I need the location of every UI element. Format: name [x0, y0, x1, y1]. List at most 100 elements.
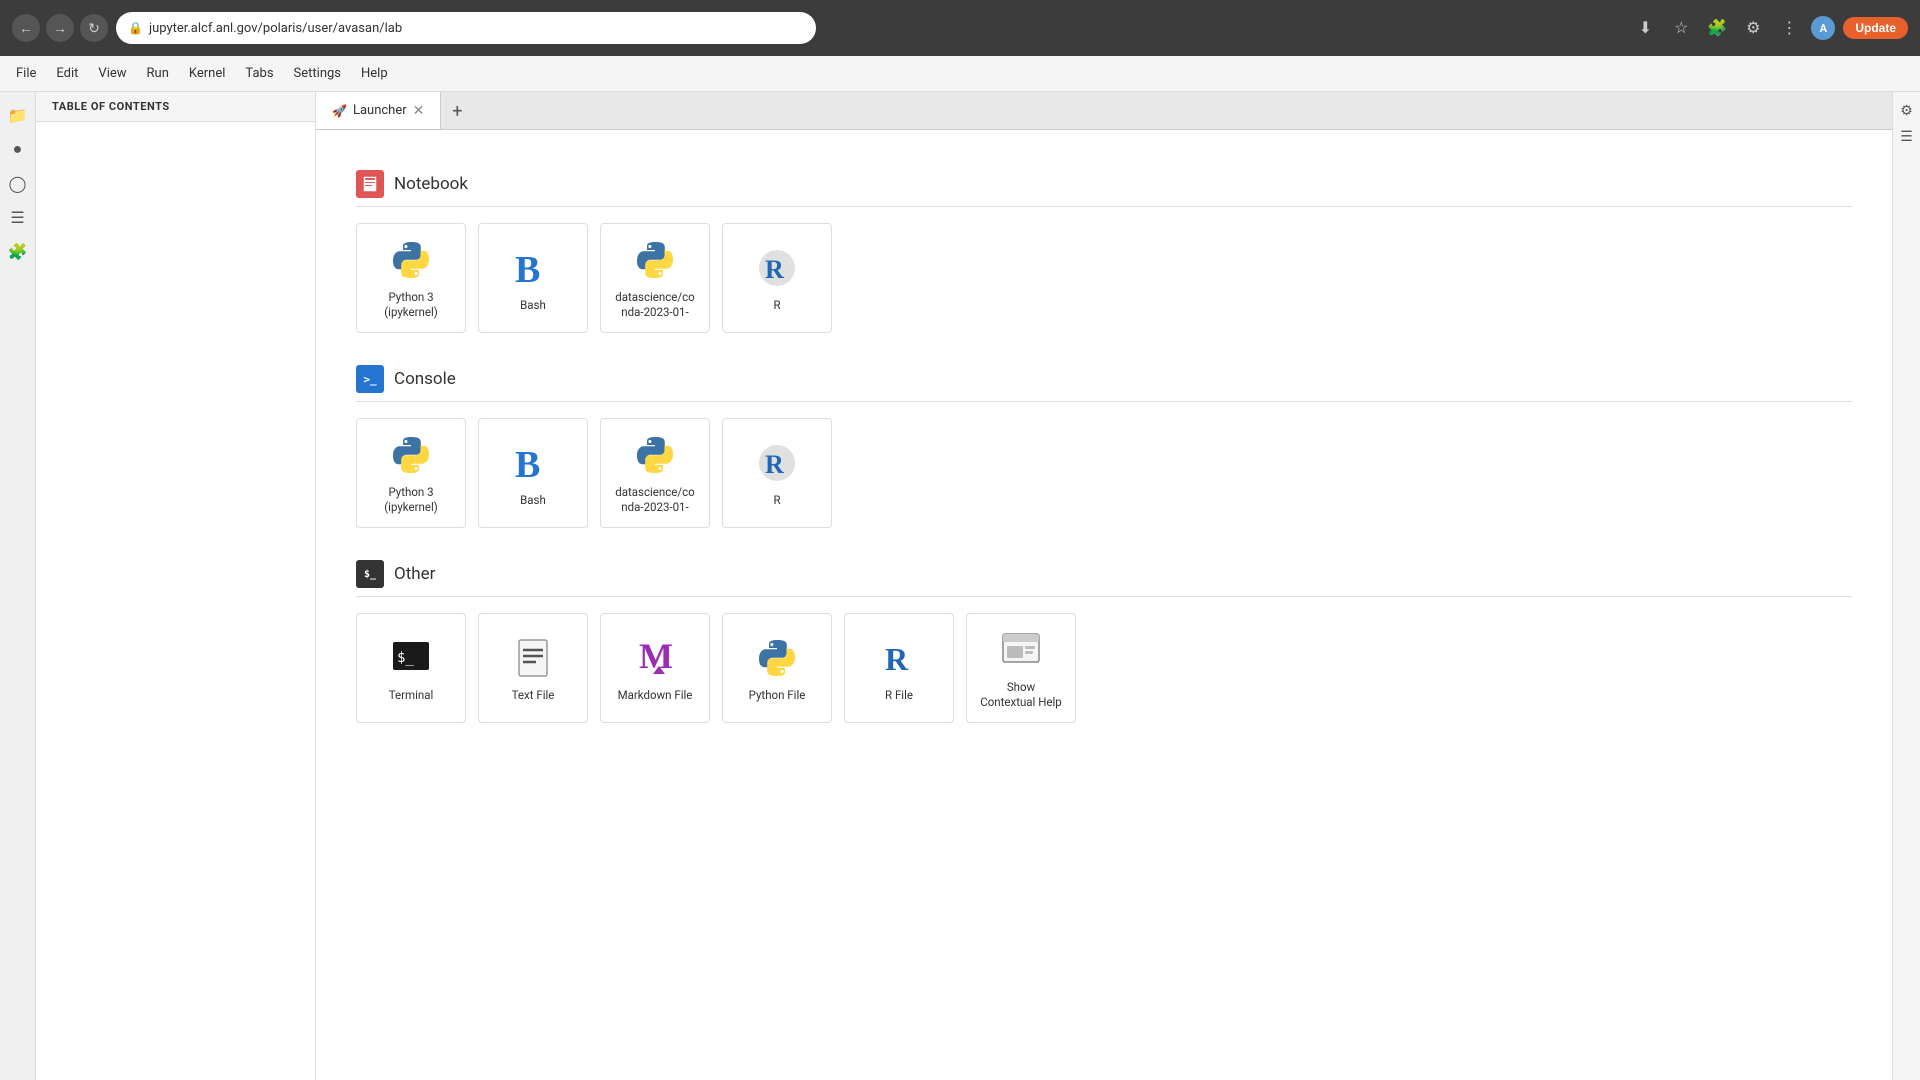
right-panel-icon[interactable]: ☰	[1896, 126, 1918, 148]
notebook-r-card[interactable]: R R	[722, 223, 832, 333]
app: File Edit View Run Kernel Tabs Settings …	[0, 56, 1920, 1080]
other-textfile-card[interactable]: Text File	[478, 613, 588, 723]
console-bash-icon: B	[509, 439, 557, 487]
other-contextualhelp-card[interactable]: ShowContextual Help	[966, 613, 1076, 723]
notebook-datascience-card[interactable]: datascience/conda-2023-01-	[600, 223, 710, 333]
notebook-datascience-label: datascience/conda-2023-01-	[615, 290, 694, 320]
panel-header: TABLE OF CONTENTS	[36, 92, 315, 122]
section-other-icon: $_	[356, 560, 384, 588]
menu-icon[interactable]: ⋮	[1775, 14, 1803, 42]
section-console-header: >_ Console	[356, 365, 1852, 402]
other-markdownfile-card[interactable]: M Markdown File	[600, 613, 710, 723]
download-icon[interactable]: ⬇	[1631, 14, 1659, 42]
extension-icon[interactable]: 🧩	[1703, 14, 1731, 42]
right-settings-icon[interactable]: ⚙	[1896, 100, 1918, 122]
other-rfile-icon: R	[875, 634, 923, 682]
content-area: 🚀 Launcher ✕ +	[316, 92, 1892, 1080]
right-panel: ⚙ ☰	[1892, 92, 1920, 1080]
notebook-r-icon: R	[753, 244, 801, 292]
launcher: Notebook Python 3(ipykernel)	[316, 130, 1892, 1080]
svg-text:R: R	[765, 450, 784, 479]
other-pythonfile-card[interactable]: Python File	[722, 613, 832, 723]
back-button[interactable]: ←	[12, 14, 40, 42]
other-markdownfile-label: Markdown File	[618, 688, 693, 703]
menu-run[interactable]: Run	[139, 62, 177, 85]
console-datascience-label: datascience/conda-2023-01-	[615, 485, 694, 515]
sidebar-extension-icon[interactable]: 🧩	[3, 236, 33, 266]
left-panel: TABLE OF CONTENTS	[36, 92, 316, 1080]
notebook-datascience-icon	[631, 236, 679, 284]
address-bar[interactable]: 🔒 jupyter.alcf.anl.gov/polaris/user/avas…	[116, 12, 816, 44]
settings-icon[interactable]: ⚙	[1739, 14, 1767, 42]
forward-button[interactable]: →	[46, 14, 74, 42]
sidebar-git-icon[interactable]: ◯	[3, 168, 33, 198]
console-python3-label: Python 3(ipykernel)	[384, 485, 438, 515]
notebook-bash-card[interactable]: B Bash	[478, 223, 588, 333]
other-textfile-label: Text File	[512, 688, 555, 703]
update-button[interactable]: Update	[1843, 17, 1908, 39]
section-notebook-header: Notebook	[356, 170, 1852, 207]
menu-tabs[interactable]: Tabs	[237, 62, 281, 85]
svg-text:$_: $_	[397, 650, 414, 666]
console-bash-label: Bash	[520, 493, 546, 508]
browser-chrome: ← → ↻ 🔒 jupyter.alcf.anl.gov/polaris/use…	[0, 0, 1920, 56]
other-contextualhelp-icon	[997, 626, 1045, 674]
section-other-title: Other	[394, 564, 435, 584]
svg-text:R: R	[885, 641, 909, 677]
new-tab-button[interactable]: +	[441, 92, 473, 130]
section-console-icon: >_	[356, 365, 384, 393]
console-datascience-icon	[631, 431, 679, 479]
other-cards: $_ Terminal	[356, 613, 1852, 723]
other-pythonfile-label: Python File	[749, 688, 806, 703]
section-other: $_ Other $_	[356, 560, 1852, 723]
notebook-r-label: R	[773, 298, 780, 313]
other-markdownfile-icon: M	[631, 634, 679, 682]
other-terminal-card[interactable]: $_ Terminal	[356, 613, 466, 723]
browser-controls: ← → ↻	[12, 14, 108, 42]
console-r-icon: R	[753, 439, 801, 487]
notebook-python3-label: Python 3(ipykernel)	[384, 290, 438, 320]
notebook-bash-icon: B	[509, 244, 557, 292]
console-datascience-card[interactable]: datascience/conda-2023-01-	[600, 418, 710, 528]
sidebar-folder-icon[interactable]: 📁	[3, 100, 33, 130]
sidebar-list-icon[interactable]: ☰	[3, 202, 33, 232]
menu-bar: File Edit View Run Kernel Tabs Settings …	[0, 56, 1920, 92]
console-cards: Python 3(ipykernel) B Bash	[356, 418, 1852, 528]
section-console-title: Console	[394, 369, 456, 389]
menu-kernel[interactable]: Kernel	[181, 62, 234, 85]
other-terminal-icon: $_	[387, 634, 435, 682]
sidebar-search-icon[interactable]: ●	[3, 134, 33, 164]
section-console: >_ Console Python 3(ipyk	[356, 365, 1852, 528]
tab-launcher[interactable]: 🚀 Launcher ✕	[316, 92, 441, 129]
menu-file[interactable]: File	[8, 62, 44, 85]
menu-view[interactable]: View	[90, 62, 134, 85]
console-bash-card[interactable]: B Bash	[478, 418, 588, 528]
menu-settings[interactable]: Settings	[286, 62, 349, 85]
browser-actions: ⬇ ☆ 🧩 ⚙ ⋮ A Update	[1631, 14, 1908, 42]
notebook-python3-card[interactable]: Python 3(ipykernel)	[356, 223, 466, 333]
lock-icon: 🔒	[128, 21, 143, 35]
other-rfile-card[interactable]: R R File	[844, 613, 954, 723]
notebook-python3-icon	[387, 236, 435, 284]
avatar[interactable]: A	[1811, 16, 1835, 40]
console-r-label: R	[773, 493, 780, 508]
svg-text:M: M	[639, 636, 673, 676]
section-notebook: Notebook Python 3(ipykernel)	[356, 170, 1852, 333]
tab-bar: 🚀 Launcher ✕ +	[316, 92, 1892, 130]
console-r-card[interactable]: R R	[722, 418, 832, 528]
console-python3-icon	[387, 431, 435, 479]
other-rfile-label: R File	[885, 688, 913, 703]
menu-help[interactable]: Help	[353, 62, 396, 85]
console-python3-card[interactable]: Python 3(ipykernel)	[356, 418, 466, 528]
section-notebook-icon	[356, 170, 384, 198]
tab-launcher-label: Launcher	[353, 103, 407, 118]
svg-text:B: B	[515, 444, 540, 485]
main-area: 📁 ● ◯ ☰ 🧩 TABLE OF CONTENTS 🚀 Launcher ✕…	[0, 92, 1920, 1080]
menu-edit[interactable]: Edit	[48, 62, 86, 85]
other-terminal-label: Terminal	[389, 688, 434, 703]
bookmark-icon[interactable]: ☆	[1667, 14, 1695, 42]
sidebar-icons: 📁 ● ◯ ☰ 🧩	[0, 92, 36, 1080]
refresh-button[interactable]: ↻	[80, 14, 108, 42]
other-pythonfile-icon	[753, 634, 801, 682]
tab-close-button[interactable]: ✕	[413, 103, 425, 119]
